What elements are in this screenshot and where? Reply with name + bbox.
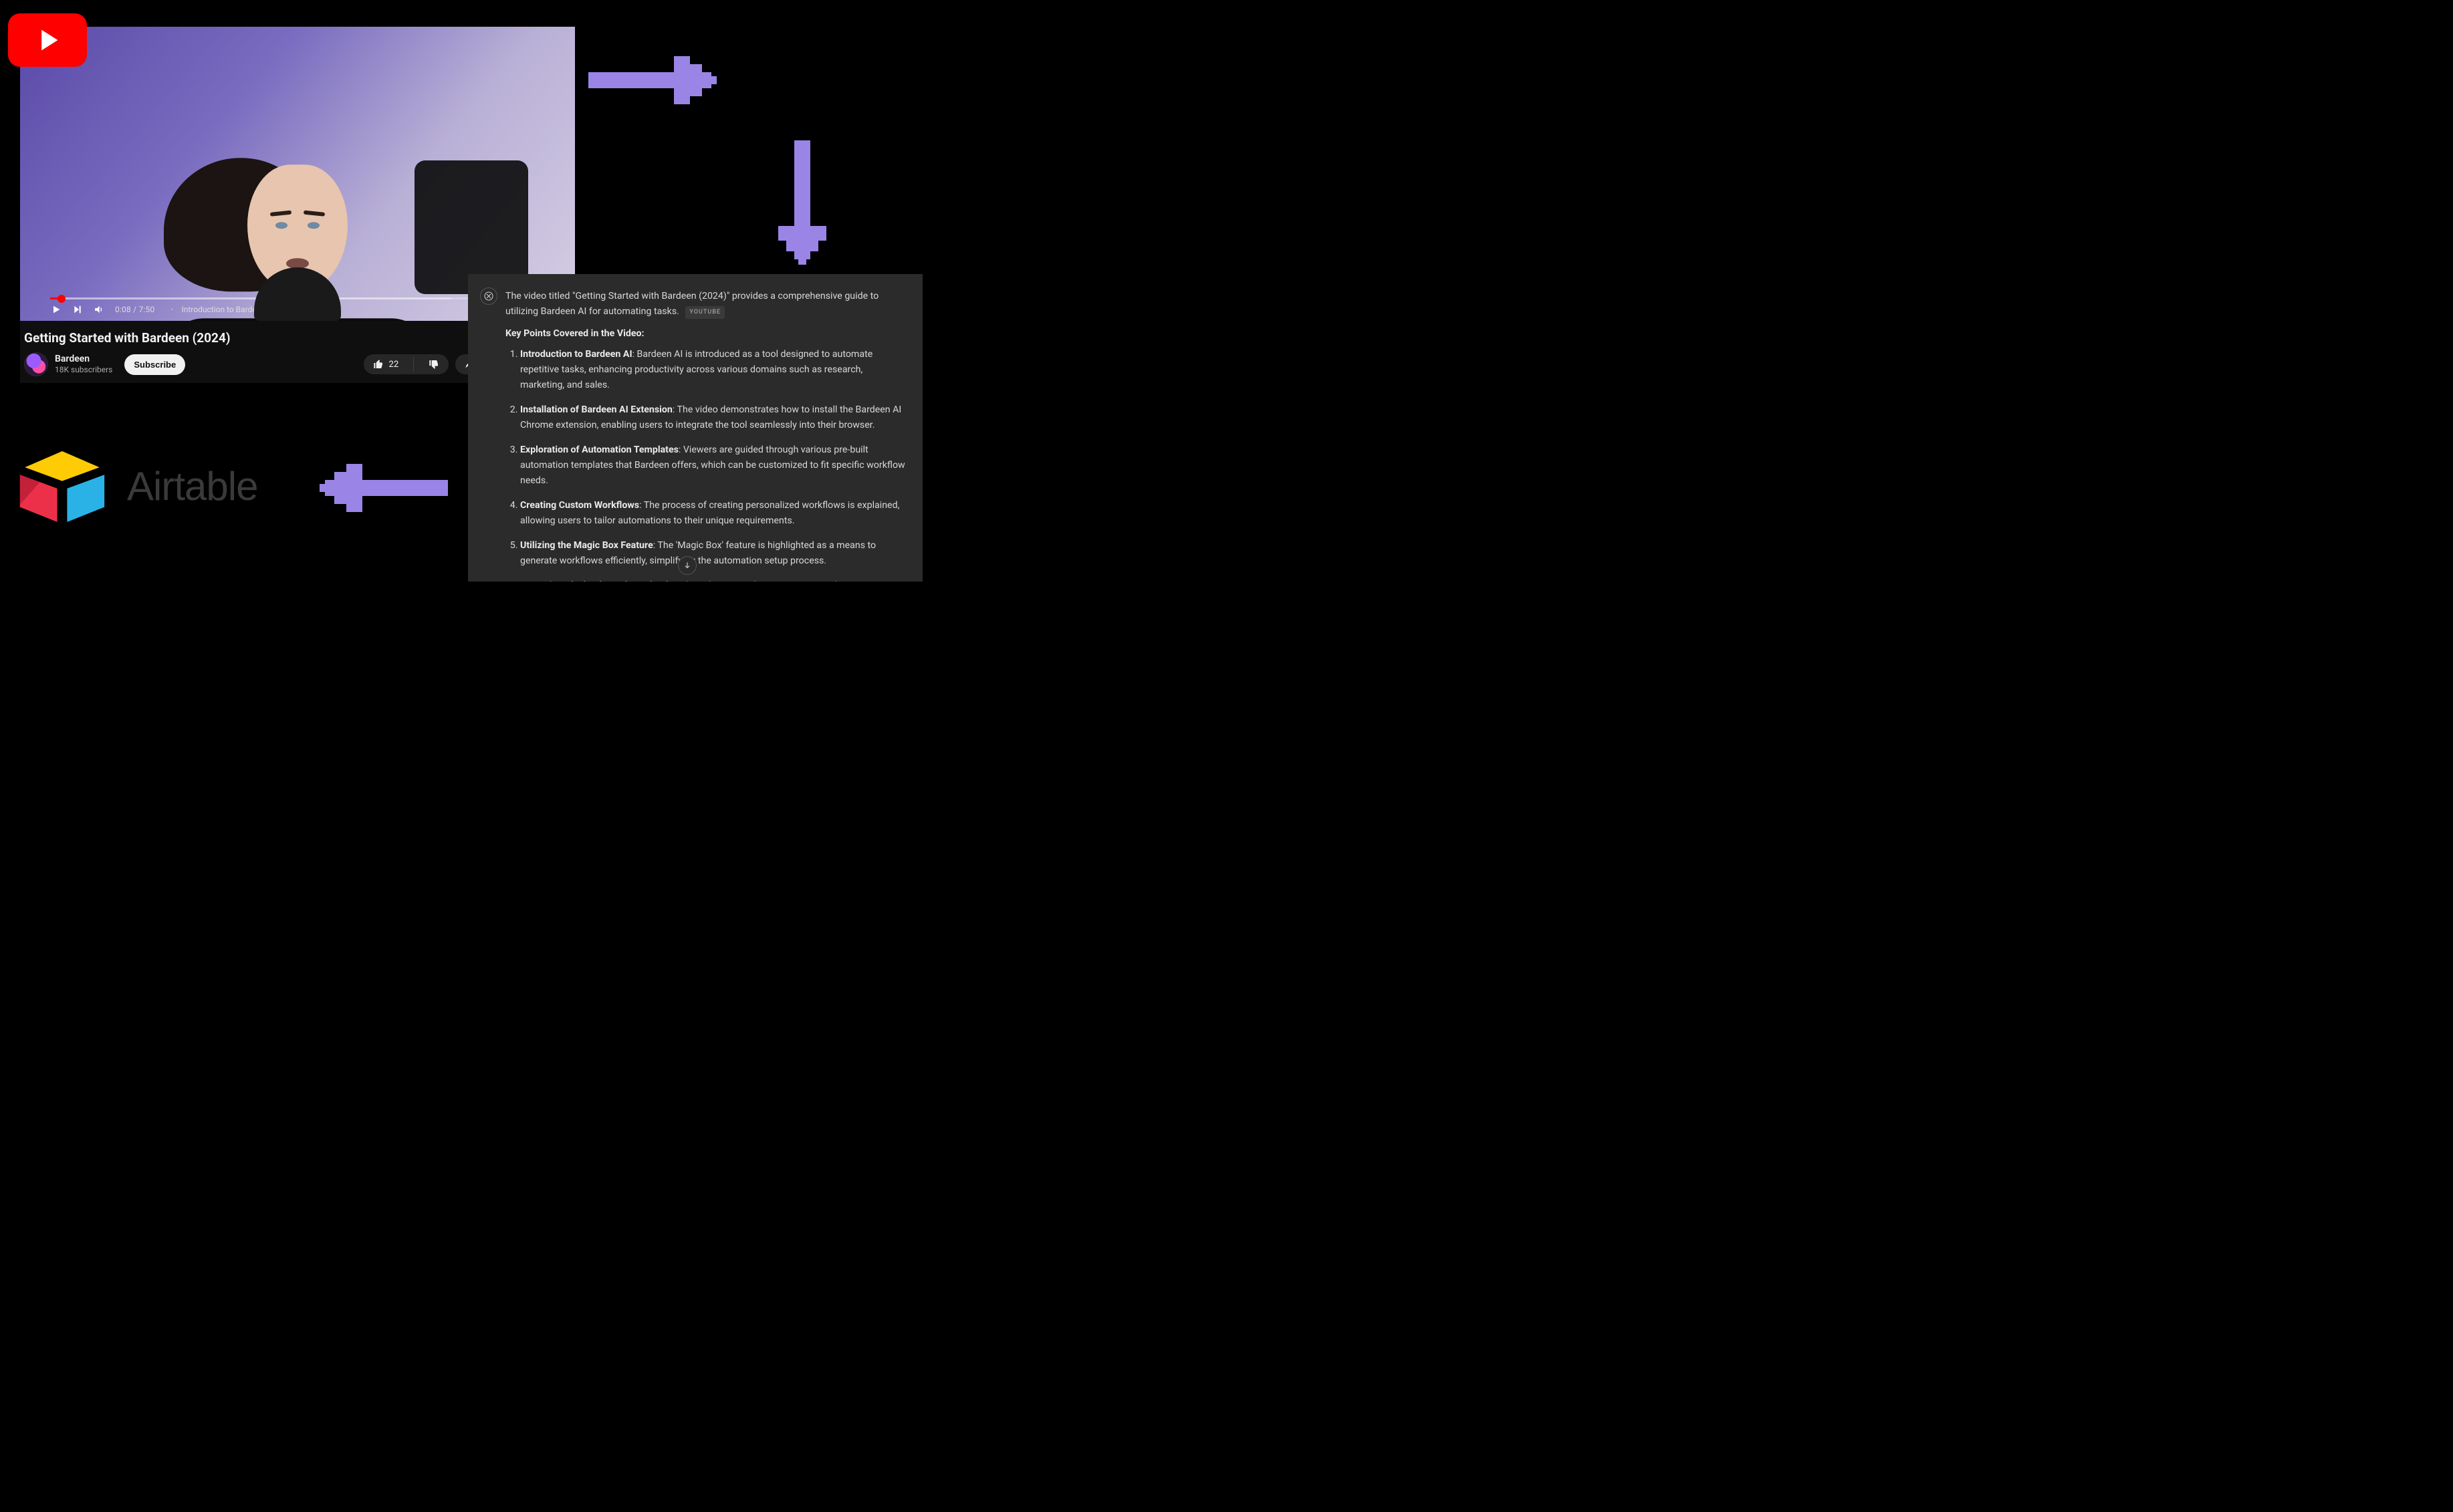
key-point-item: Managing Playbooks and Autobooks: The vi…	[520, 578, 905, 582]
key-points-heading: Key Points Covered in the Video:	[505, 326, 905, 342]
key-point-title: Exploration of Automation Templates	[520, 445, 679, 455]
key-points-list: Introduction to Bardeen AI: Bardeen AI i…	[505, 347, 905, 582]
key-point-title: Utilizing the Magic Box Feature	[520, 540, 653, 551]
flow-arrow-right	[588, 40, 722, 120]
key-point-item: Utilizing the Magic Box Feature: The 'Ma…	[520, 538, 905, 569]
flow-arrow-left	[314, 455, 448, 521]
key-point-title: Managing Playbooks and Autobooks	[520, 580, 676, 582]
like-count: 22	[389, 360, 399, 370]
thumbs-up-icon	[373, 359, 384, 370]
scroll-down-button[interactable]	[678, 556, 697, 575]
flow-arrow-down	[769, 140, 836, 267]
key-point-item: Installation of Bardeen AI Extension: Th…	[520, 402, 905, 433]
play-icon[interactable]	[51, 304, 62, 315]
time-display: 0:08 / 7:50	[115, 305, 154, 314]
key-point-title: Installation of Bardeen AI Extension	[520, 404, 673, 415]
thumbs-down-icon	[429, 359, 439, 370]
next-icon[interactable]	[72, 304, 83, 315]
arrow-down-icon	[683, 561, 692, 570]
like-dislike-pill: 22	[364, 354, 449, 374]
play-triangle-icon	[33, 25, 62, 55]
key-point-item: Creating Custom Workflows: The process o…	[520, 498, 905, 529]
subscribe-button[interactable]: Subscribe	[124, 354, 185, 375]
channel-name[interactable]: Bardeen	[55, 354, 112, 365]
summary-intro: The video titled "Getting Started with B…	[505, 289, 905, 320]
youtube-logo-badge	[8, 13, 87, 67]
time-total: 7:50	[138, 305, 154, 314]
source-badge[interactable]: YOUTUBE	[685, 306, 725, 319]
key-point-title: Introduction to Bardeen AI	[520, 349, 632, 360]
key-point-item: Exploration of Automation Templates: Vie…	[520, 443, 905, 489]
channel-avatar[interactable]	[24, 352, 48, 376]
dislike-button[interactable]	[419, 354, 449, 374]
airtable-mark-icon	[12, 443, 112, 529]
key-point-item: Introduction to Bardeen AI: Bardeen AI i…	[520, 347, 905, 393]
airtable-wordmark: Airtable	[127, 463, 257, 509]
key-point-title: Creating Custom Workflows	[520, 500, 639, 511]
channel-subscribers: 18K subscribers	[55, 365, 112, 374]
volume-icon[interactable]	[94, 304, 104, 315]
openai-icon	[480, 287, 497, 305]
chatgpt-summary-panel: The video titled "Getting Started with B…	[468, 274, 923, 582]
time-current: 0:08	[115, 305, 131, 314]
airtable-logo: Airtable	[12, 443, 257, 529]
like-button[interactable]: 22	[364, 354, 408, 374]
